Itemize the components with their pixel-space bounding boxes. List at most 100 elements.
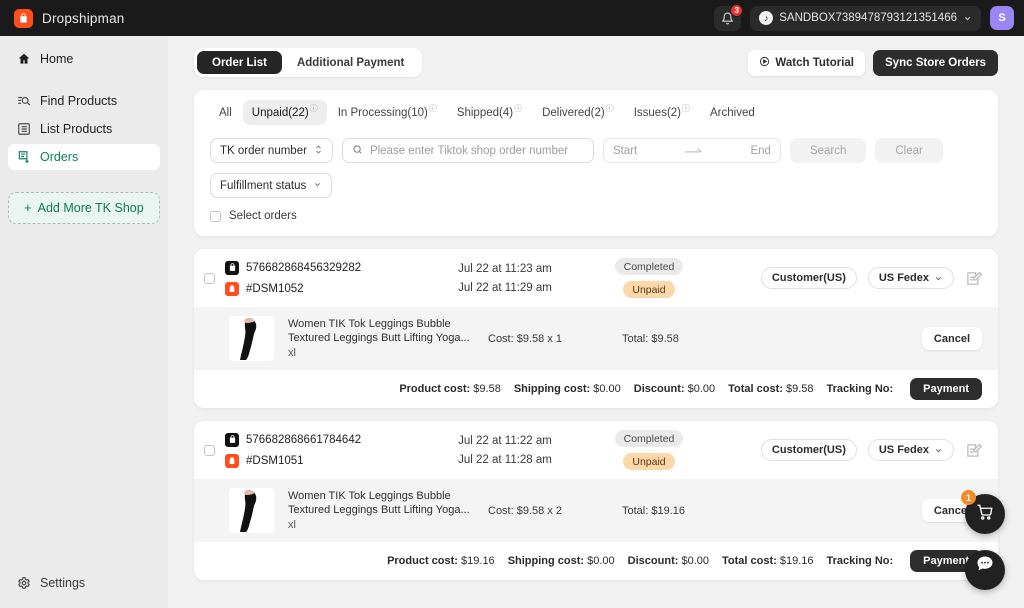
updown-chevron-icon	[314, 144, 323, 158]
date-range-picker[interactable]: Start End	[602, 138, 781, 163]
sidebar-item-list-products[interactable]: List Products	[8, 116, 160, 142]
tab-additional-payment[interactable]: Additional Payment	[282, 51, 419, 74]
status-tab-label: Shipped(4)	[456, 106, 514, 119]
fulfillment-status-select[interactable]: Fulfillment status	[210, 173, 333, 198]
total-cost-summary: Total cost: $19.16	[722, 555, 814, 567]
tab-order-list[interactable]: Order List	[197, 51, 282, 74]
status-tab-in-processing[interactable]: In Processing(10) ⓘ	[329, 100, 446, 125]
customer-button[interactable]: Customer(US)	[760, 439, 857, 461]
shop-selector[interactable]: ♪ SANDBOX7389478793121351466	[750, 5, 981, 31]
notifications-button[interactable]: 3	[714, 3, 744, 31]
help-icon[interactable]: ⓘ	[606, 103, 614, 114]
payment-button[interactable]: Payment	[910, 378, 982, 400]
status-tab-archived[interactable]: Archived	[701, 100, 764, 125]
select-all-checkbox[interactable]	[210, 210, 221, 222]
tracking-summary: Tracking No:	[827, 555, 894, 567]
order-created-time: Jul 22 at 11:22 am	[458, 434, 552, 447]
dsm-order-number-row: #DSM1051	[225, 453, 421, 468]
order-badges: Completed Unpaid	[589, 430, 709, 470]
header-actions: Watch Tutorial Sync Store Orders	[748, 49, 998, 76]
floating-cart-button[interactable]: 1	[961, 490, 1005, 534]
orders-icon	[16, 150, 31, 165]
shipping-cost-summary: Shipping cost: $0.00	[514, 383, 621, 395]
sidebar-item-home[interactable]: Home	[8, 46, 160, 72]
watch-tutorial-button[interactable]: Watch Tutorial	[748, 49, 866, 76]
product-total: Total: $19.16	[622, 504, 685, 517]
help-icon[interactable]: ⓘ	[514, 103, 522, 114]
order-search-box[interactable]	[341, 138, 594, 163]
edit-note-icon[interactable]	[965, 442, 983, 459]
watch-tutorial-label: Watch Tutorial	[775, 56, 855, 69]
status-tab-label: Archived	[710, 106, 755, 119]
shipping-method-select[interactable]: US Fedex	[867, 267, 954, 289]
sidebar-item-orders[interactable]: Orders	[8, 144, 160, 170]
status-tab-delivered[interactable]: Delivered(2) ⓘ	[533, 100, 623, 125]
edit-note-icon[interactable]	[965, 270, 983, 287]
filter-row-secondary: Fulfillment status	[210, 173, 982, 198]
arrow-right-icon	[643, 147, 744, 155]
help-icon[interactable]: ⓘ	[429, 103, 437, 114]
product-variant: xl	[288, 518, 296, 531]
status-tab-shipped[interactable]: Shipped(4) ⓘ	[448, 100, 531, 125]
status-tab-label: Delivered(2)	[542, 106, 605, 119]
shipping-method-select[interactable]: US Fedex	[867, 439, 954, 461]
shipping-cost-summary: Shipping cost: $0.00	[508, 555, 615, 567]
product-title-block: Women TIK Tok Leggings Bubble Textured L…	[288, 317, 474, 361]
product-cost-label: Product cost:	[399, 383, 471, 395]
sidebar-item-label: Settings	[40, 576, 86, 590]
chevron-down-icon	[964, 16, 971, 20]
cart-badge: 1	[961, 490, 976, 505]
dsm-order-number: #DSM1051	[246, 454, 304, 467]
shipping-cost-value: $0.00	[587, 555, 615, 567]
sidebar-item-label: Home	[40, 52, 74, 66]
product-cost-value: $19.16	[461, 555, 495, 567]
search-button[interactable]: Search	[789, 138, 867, 163]
top-bar-right: 3 ♪ SANDBOX7389478793121351466 S	[714, 3, 1014, 31]
total-cost-label: Total cost:	[728, 383, 783, 395]
order-badges: Completed Unpaid	[589, 258, 709, 298]
tk-order-number: 576682868456329282	[246, 261, 362, 274]
help-icon[interactable]: ⓘ	[682, 103, 690, 114]
order-header: 576682868456329282 #DSM1052 Jul 22 at 11…	[194, 249, 998, 307]
chevron-down-icon	[313, 180, 322, 192]
product-cost: Cost: $9.58 x 2	[488, 504, 562, 517]
shipping-cost-label: Shipping cost:	[513, 383, 591, 395]
dsm-order-number: #DSM1052	[246, 282, 304, 295]
tiktok-shop-icon	[225, 432, 239, 447]
product-cost-value: $9.58	[473, 383, 501, 395]
select-orders-row[interactable]: Select orders	[210, 210, 982, 222]
floating-chat-button[interactable]	[965, 550, 1005, 590]
customer-button[interactable]: Customer(US)	[760, 267, 857, 289]
order-number-type-select[interactable]: TK order number	[210, 138, 333, 163]
add-more-tk-shop-button[interactable]: + Add More TK Shop	[8, 192, 160, 224]
status-tab-unpaid[interactable]: Unpaid(22) ⓘ	[242, 100, 327, 125]
search-input[interactable]	[369, 144, 584, 157]
product-title-block: Women TIK Tok Leggings Bubble Textured L…	[288, 489, 474, 533]
clear-button[interactable]: Clear	[875, 138, 943, 163]
order-card: 576682868456329282 #DSM1052 Jul 22 at 11…	[194, 249, 998, 408]
sidebar-bottom: Settings	[8, 570, 160, 598]
main-header: Order List Additional Payment Watch Tuto…	[194, 48, 998, 77]
order-summary: Product cost: $9.58 Shipping cost: $0.00…	[194, 370, 998, 408]
sidebar-item-label: List Products	[40, 122, 113, 136]
status-tab-issues[interactable]: Issues(2) ⓘ	[625, 100, 699, 125]
chevron-down-icon	[935, 448, 942, 452]
sync-store-orders-button[interactable]: Sync Store Orders	[873, 49, 998, 76]
tk-order-number: 576682868661784642	[246, 433, 362, 446]
cancel-button[interactable]: Cancel	[921, 327, 982, 350]
shop-name: SANDBOX7389478793121351466	[779, 12, 957, 24]
order-select-checkbox[interactable]	[204, 272, 215, 284]
play-circle-icon	[759, 56, 770, 70]
order-select-checkbox[interactable]	[204, 444, 215, 456]
sidebar-item-settings[interactable]: Settings	[8, 570, 160, 596]
status-tab-all[interactable]: All	[210, 100, 241, 125]
sidebar: Home Find Products List Products Orders …	[0, 36, 168, 608]
avatar[interactable]: S	[990, 6, 1014, 30]
discount-value: $0.00	[681, 555, 709, 567]
add-shop-label: Add More TK Shop	[37, 201, 144, 215]
cart-icon	[976, 503, 994, 526]
help-icon[interactable]: ⓘ	[310, 103, 318, 114]
total-cost-label: Total cost:	[722, 555, 777, 567]
product-title: Women TIK Tok Leggings Bubble Textured L…	[288, 317, 470, 345]
sidebar-item-find-products[interactable]: Find Products	[8, 88, 160, 114]
